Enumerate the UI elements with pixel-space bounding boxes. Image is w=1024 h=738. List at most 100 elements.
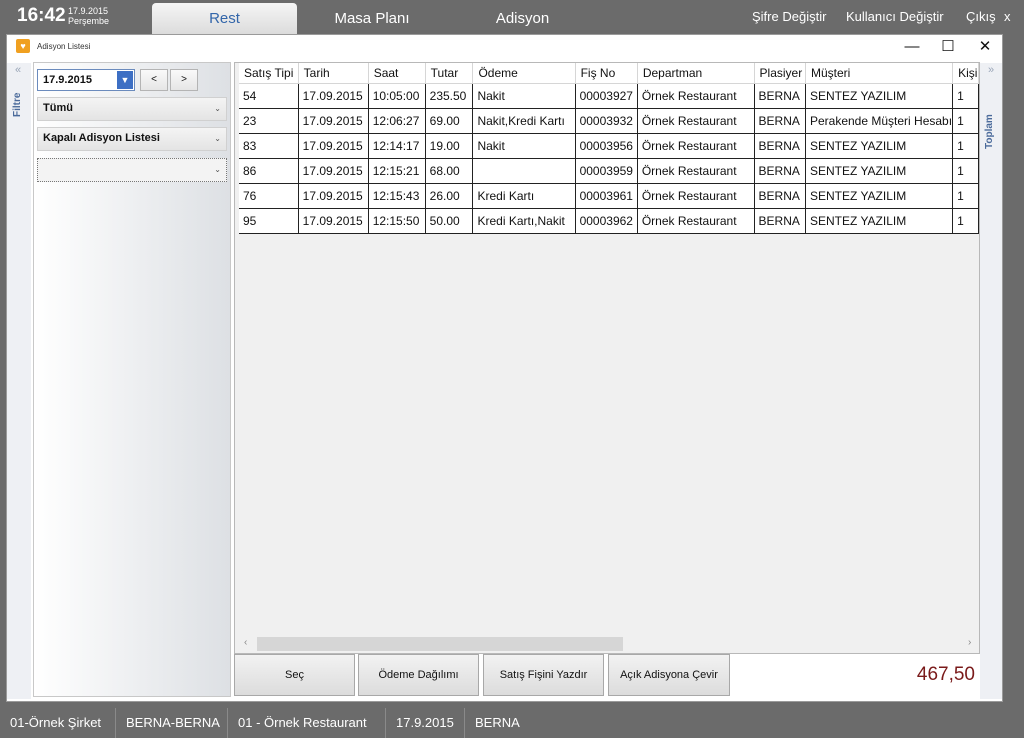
table-cell[interactable]: BERNA xyxy=(754,83,806,109)
table-row[interactable]: 86 17.09.2015 12:15:21 68.00 00003959 Örnek R… xyxy=(239,158,979,184)
column-header[interactable]: Departman xyxy=(637,63,755,84)
table-cell[interactable]: 69.00 xyxy=(425,108,474,134)
close-button[interactable]: ✕ xyxy=(970,37,1000,57)
table-cell[interactable]: Kredi Kartı,Nakit xyxy=(472,208,576,234)
table-cell[interactable]: BERNA xyxy=(754,108,806,134)
maximize-button[interactable]: ☐ xyxy=(933,37,963,57)
table-row[interactable]: 83 17.09.2015 12:14:17 19.00 Nakit 00003956 Ör… xyxy=(239,133,979,159)
table-cell[interactable]: SENTEZ YAZILIM xyxy=(805,133,954,159)
table-cell[interactable]: 17.09.2015 xyxy=(298,108,369,134)
change-password-link[interactable]: Şifre Değiştir xyxy=(752,9,826,24)
column-header[interactable]: Müşteri xyxy=(805,63,954,84)
table-cell[interactable]: 95 xyxy=(239,208,299,234)
table-cell[interactable]: 86 xyxy=(239,158,299,184)
date-picker[interactable]: 17.9.2015 ▼ xyxy=(37,69,135,91)
tab-rest[interactable]: Rest xyxy=(152,3,297,34)
column-header[interactable]: Tarih xyxy=(298,63,369,84)
table-cell[interactable]: Örnek Restaurant xyxy=(637,183,755,209)
table-cell[interactable]: BERNA xyxy=(754,133,806,159)
table-row[interactable]: 76 17.09.2015 12:15:43 26.00 Kredi Kartı 0000… xyxy=(239,183,979,209)
table-cell[interactable]: 17.09.2015 xyxy=(298,208,369,234)
table-cell[interactable]: 26.00 xyxy=(425,183,474,209)
table-cell[interactable]: 1 xyxy=(952,83,979,109)
table-cell[interactable]: 12:15:50 xyxy=(368,208,426,234)
column-header[interactable]: Kişi xyxy=(952,63,979,84)
column-header[interactable]: Fiş No xyxy=(575,63,638,84)
table-cell[interactable] xyxy=(472,158,576,184)
scrollbar-thumb[interactable] xyxy=(257,637,623,651)
table-cell[interactable]: BERNA xyxy=(754,208,806,234)
table-cell[interactable]: 00003927 xyxy=(575,83,638,109)
table-cell[interactable]: BERNA xyxy=(754,158,806,184)
tab-masa-plani[interactable]: Masa Planı xyxy=(304,3,440,34)
table-cell[interactable]: 23 xyxy=(239,108,299,134)
table-cell[interactable]: Örnek Restaurant xyxy=(637,133,755,159)
table-cell[interactable]: 17.09.2015 xyxy=(298,158,369,184)
table-cell[interactable]: BERNA xyxy=(754,183,806,209)
horizontal-scrollbar[interactable]: ‹ › xyxy=(239,635,979,653)
table-cell[interactable]: Örnek Restaurant xyxy=(637,108,755,134)
dropdown-arrow-icon[interactable]: ▼ xyxy=(117,71,133,89)
table-cell[interactable]: 10:05:00 xyxy=(368,83,426,109)
table-cell[interactable]: 12:15:21 xyxy=(368,158,426,184)
table-cell[interactable]: Perakende Müşteri Hesabı xyxy=(805,108,954,134)
table-cell[interactable]: 54 xyxy=(239,83,299,109)
table-cell[interactable]: Örnek Restaurant xyxy=(637,83,755,109)
table-cell[interactable]: 12:15:43 xyxy=(368,183,426,209)
table-cell[interactable]: 00003956 xyxy=(575,133,638,159)
table-cell[interactable]: 1 xyxy=(952,133,979,159)
scroll-right-icon[interactable]: › xyxy=(968,637,971,648)
table-cell[interactable]: Kredi Kartı xyxy=(472,183,576,209)
table-cell[interactable]: Nakit,Kredi Kartı xyxy=(472,108,576,134)
table-cell[interactable]: 1 xyxy=(952,208,979,234)
tab-adisyon[interactable]: Adisyon xyxy=(450,3,595,34)
table-cell[interactable]: 1 xyxy=(952,158,979,184)
table-cell[interactable]: 19.00 xyxy=(425,133,474,159)
table-cell[interactable]: SENTEZ YAZILIM xyxy=(805,158,954,184)
table-cell[interactable]: 83 xyxy=(239,133,299,159)
column-header[interactable]: Tutar xyxy=(425,63,474,84)
table-cell[interactable]: 17.09.2015 xyxy=(298,133,369,159)
table-cell[interactable]: 12:06:27 xyxy=(368,108,426,134)
table-cell[interactable]: 68.00 xyxy=(425,158,474,184)
open-check-button[interactable]: Açık Adisyona Çevir xyxy=(608,654,730,696)
collapse-left-icon[interactable]: « xyxy=(7,64,29,76)
minimize-button[interactable]: — xyxy=(897,37,927,57)
table-cell[interactable]: 00003959 xyxy=(575,158,638,184)
table-row[interactable]: 23 17.09.2015 12:06:27 69.00 Nakit,Kredi Kar… xyxy=(239,108,979,134)
filter-combo-empty[interactable]: ⌄ xyxy=(37,158,227,182)
table-cell[interactable]: 00003961 xyxy=(575,183,638,209)
app-close-button[interactable]: x xyxy=(1004,9,1011,24)
filter-combo-list-type[interactable]: Kapalı Adisyon Listesi ⌄ xyxy=(37,127,227,151)
table-cell[interactable]: Nakit xyxy=(472,133,576,159)
filter-side-tab[interactable]: « Filtre xyxy=(7,63,31,699)
total-side-tab[interactable]: » Toplam xyxy=(980,63,1002,699)
table-cell[interactable]: Örnek Restaurant xyxy=(637,158,755,184)
table-cell[interactable]: 76 xyxy=(239,183,299,209)
table-cell[interactable]: Nakit xyxy=(472,83,576,109)
next-date-button[interactable]: > xyxy=(170,69,198,91)
print-receipt-button[interactable]: Satış Fişini Yazdır xyxy=(483,654,604,696)
column-header[interactable]: Satış Tipi xyxy=(239,63,299,84)
select-button[interactable]: Seç xyxy=(234,654,355,696)
payment-split-button[interactable]: Ödeme Dağılımı xyxy=(358,654,479,696)
table-cell[interactable]: 12:14:17 xyxy=(368,133,426,159)
table-cell[interactable]: 00003962 xyxy=(575,208,638,234)
logout-link[interactable]: Çıkış xyxy=(966,9,996,24)
collapse-right-icon[interactable]: » xyxy=(980,64,1002,76)
table-cell[interactable]: 17.09.2015 xyxy=(298,83,369,109)
table-cell[interactable]: 235.50 xyxy=(425,83,474,109)
change-user-link[interactable]: Kullanıcı Değiştir xyxy=(846,9,944,24)
table-cell[interactable]: 1 xyxy=(952,183,979,209)
column-header[interactable]: Ödeme xyxy=(472,63,576,84)
column-header[interactable]: Saat xyxy=(368,63,426,84)
table-row[interactable]: 95 17.09.2015 12:15:50 50.00 Kredi Kartı,Nak… xyxy=(239,208,979,234)
column-header[interactable]: Plasiyer xyxy=(754,63,806,84)
table-row[interactable]: 54 17.09.2015 10:05:00 235.50 Nakit 00003927 Ö… xyxy=(239,83,979,109)
prev-date-button[interactable]: < xyxy=(140,69,168,91)
scroll-left-icon[interactable]: ‹ xyxy=(244,637,247,648)
table-cell[interactable]: 17.09.2015 xyxy=(298,183,369,209)
table-cell[interactable]: 00003932 xyxy=(575,108,638,134)
table-cell[interactable]: 50.00 xyxy=(425,208,474,234)
table-cell[interactable]: SENTEZ YAZILIM xyxy=(805,183,954,209)
